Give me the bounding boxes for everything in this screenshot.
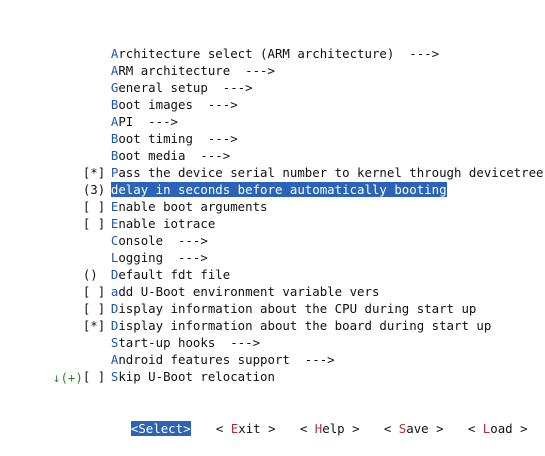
menu-item-boot-images[interactable]: Boot images ---> [53, 79, 238, 112]
menu-item-android-features[interactable]: Android features support ---> [53, 334, 335, 367]
menu-item-architecture-select[interactable]: Architecture select (ARM architecture) -… [53, 28, 439, 61]
menu-item-pass-serial-number[interactable]: [*] Pass the device serial number to kern… [53, 147, 544, 180]
bracket-open: < [383, 421, 399, 436]
item-label: kip U-Boot relocation [118, 369, 275, 384]
button-label: elp [322, 421, 345, 436]
menuconfig-screen: { "menu": { "items": [ {"prefix": "", "h… [0, 0, 545, 436]
save-button[interactable]: < Save > [354, 402, 444, 456]
menu-item-boot-delay[interactable]: (3) delay in seconds before automatically… [53, 164, 447, 197]
menu-item-boot-timing[interactable]: Boot timing ---> [53, 113, 238, 146]
menu-item-env-variable-vers[interactable]: [ ] add U-Boot environment variable vers [53, 266, 380, 299]
load-button[interactable]: < Load > [438, 402, 528, 456]
button-label: xit [238, 421, 261, 436]
bracket-open: < [299, 421, 315, 436]
menu-item-boot-media[interactable]: Boot media ---> [53, 130, 230, 163]
menu-item-api[interactable]: API ---> [53, 96, 178, 129]
bracket-open: < [215, 421, 231, 436]
menu-item-display-cpu-info[interactable]: [ ] Display information about the CPU dur… [53, 283, 477, 316]
bracket-open: < [467, 421, 483, 436]
menu-item-skip-relocation[interactable]: [ ] Skip U-Boot relocation [53, 351, 275, 384]
hotkey-letter: S [138, 421, 146, 436]
button-label: ave [406, 421, 429, 436]
checkbox-unchecked[interactable]: [ ] [83, 368, 111, 385]
button-label: oad [490, 421, 513, 436]
help-button[interactable]: < Help > [270, 402, 360, 456]
menu-item-general-setup[interactable]: General setup ---> [53, 62, 253, 95]
select-button[interactable]: <Select> [101, 402, 191, 456]
menu-item-logging[interactable]: Logging ---> [53, 232, 208, 265]
menu-item-start-up-hooks[interactable]: Start-up hooks ---> [53, 317, 260, 350]
menu-item-default-fdt-file[interactable]: () Default fdt file [53, 249, 230, 282]
more-items-indicator: ↓(+) [53, 370, 83, 385]
bracket-close: > [512, 421, 528, 436]
menu-item-console[interactable]: Console ---> [53, 215, 208, 248]
menu-item-enable-boot-arguments[interactable]: [ ] Enable boot arguments [53, 181, 268, 214]
button-label: elect [145, 421, 184, 436]
menu-item-display-board-info[interactable]: [*] Display information about the board d… [53, 300, 491, 333]
menu-item-arm-architecture[interactable]: ARM architecture ---> [53, 45, 275, 78]
exit-button[interactable]: < Exit > [186, 402, 276, 456]
menu-item-enable-iotrace[interactable]: [ ] Enable iotrace [53, 198, 215, 231]
